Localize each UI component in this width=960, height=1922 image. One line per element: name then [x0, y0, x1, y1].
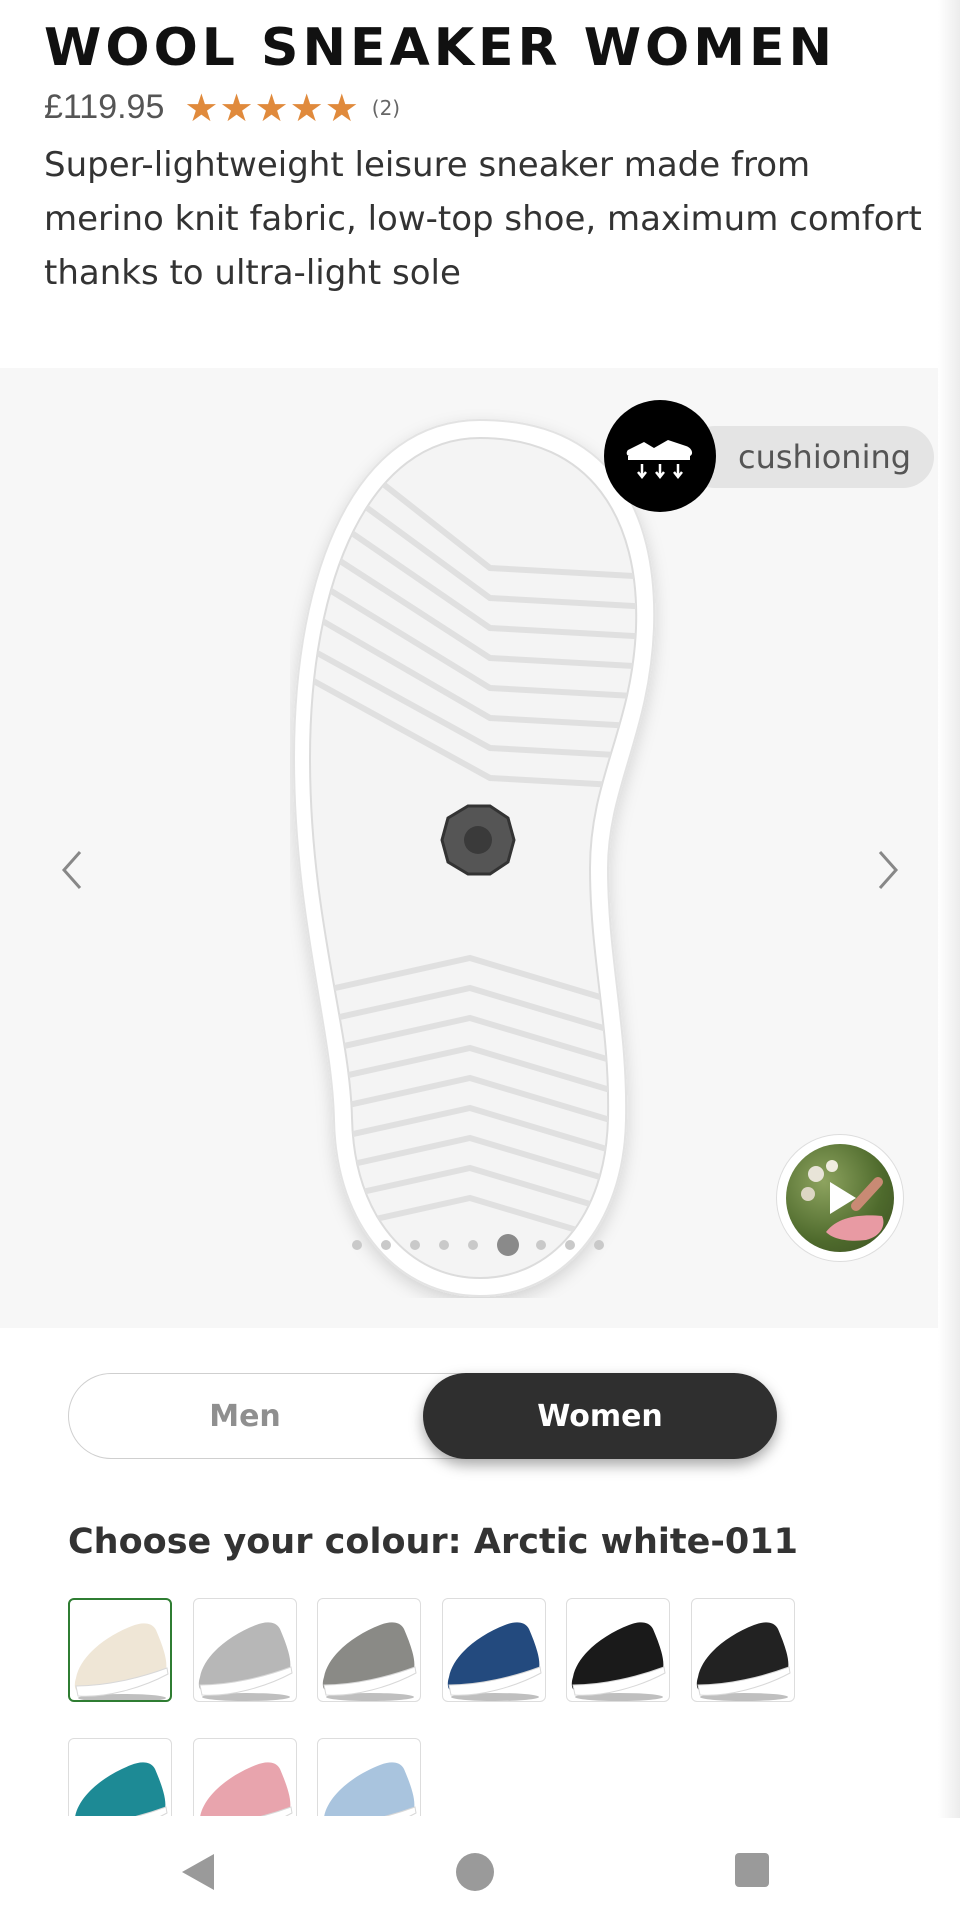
- shoe-thumbnail-image: [75, 1762, 168, 1816]
- pagination-dot[interactable]: [565, 1240, 575, 1250]
- gallery-pagination: [352, 1234, 623, 1256]
- gender-toggle: Men Women: [68, 1373, 777, 1459]
- pagination-dot[interactable]: [352, 1240, 362, 1250]
- pagination-dot[interactable]: [536, 1240, 546, 1250]
- shoe-thumbnail-image: [324, 1762, 417, 1816]
- pagination-dot[interactable]: [410, 1240, 420, 1250]
- star-icon: ★: [254, 85, 289, 130]
- colour-heading: Choose your colour: Arctic white-011: [68, 1522, 798, 1562]
- colour-swatch[interactable]: [566, 1598, 670, 1702]
- star-icon: ★: [184, 85, 219, 130]
- pagination-dot[interactable]: [439, 1240, 449, 1250]
- cushioning-shoe-icon: [604, 400, 716, 512]
- colour-swatch-area: [0, 1598, 960, 1816]
- colour-swatch[interactable]: [68, 1738, 172, 1816]
- shoe-thumbnail-image: [198, 1622, 293, 1701]
- pagination-dot[interactable]: [381, 1240, 391, 1250]
- colour-swatch[interactable]: [68, 1598, 172, 1702]
- rating-stars[interactable]: ★ ★ ★ ★ ★: [184, 89, 359, 127]
- shoe-thumbnail-image: [74, 1623, 169, 1700]
- product-price: £119.95: [44, 88, 165, 126]
- recents-square-icon[interactable]: [734, 1852, 770, 1892]
- shoe-thumbnail-image: [696, 1622, 791, 1701]
- colour-swatch[interactable]: [192, 1738, 297, 1816]
- pagination-dot[interactable]: [468, 1240, 478, 1250]
- shoe-thumbnail-image: [322, 1622, 417, 1701]
- shoe-thumbnail-image: [199, 1762, 293, 1816]
- star-icon: ★: [324, 85, 359, 130]
- play-icon: [830, 1182, 856, 1214]
- product-description: Super-lightweight leisure sneaker made f…: [44, 145, 922, 293]
- colour-swatch[interactable]: [192, 1598, 297, 1702]
- colour-swatch[interactable]: [317, 1738, 421, 1816]
- video-thumbnail-button[interactable]: [776, 1134, 904, 1262]
- shoe-thumbnail-image: [571, 1622, 666, 1701]
- gender-men-button[interactable]: Men: [68, 1373, 422, 1459]
- pagination-dot[interactable]: [594, 1240, 604, 1250]
- shoe-sole-image: [292, 418, 656, 1298]
- star-icon: ★: [219, 85, 254, 130]
- review-count[interactable]: (2): [372, 96, 400, 120]
- home-circle-icon[interactable]: [455, 1852, 495, 1896]
- back-triangle-icon[interactable]: [178, 1852, 218, 1896]
- colour-swatch[interactable]: [441, 1598, 546, 1702]
- system-navigation-bar: [0, 1818, 960, 1922]
- chevron-left-icon[interactable]: [52, 846, 92, 894]
- video-thumbnail-image: [786, 1144, 894, 1252]
- colour-swatch[interactable]: [690, 1598, 795, 1702]
- pagination-dot[interactable]: [497, 1234, 519, 1256]
- price-rating-row: £119.95 ★ ★ ★ ★ ★ (2): [44, 88, 400, 127]
- gender-women-button[interactable]: Women: [423, 1373, 777, 1459]
- colour-swatch[interactable]: [317, 1598, 421, 1702]
- star-icon: ★: [289, 85, 324, 130]
- feature-label: cushioning: [738, 438, 912, 476]
- shoe-thumbnail-image: [447, 1622, 542, 1701]
- product-title: WOOL SNEAKER WOMEN: [44, 18, 837, 78]
- chevron-right-icon[interactable]: [868, 846, 908, 894]
- product-image-gallery[interactable]: cushioning: [0, 368, 938, 1328]
